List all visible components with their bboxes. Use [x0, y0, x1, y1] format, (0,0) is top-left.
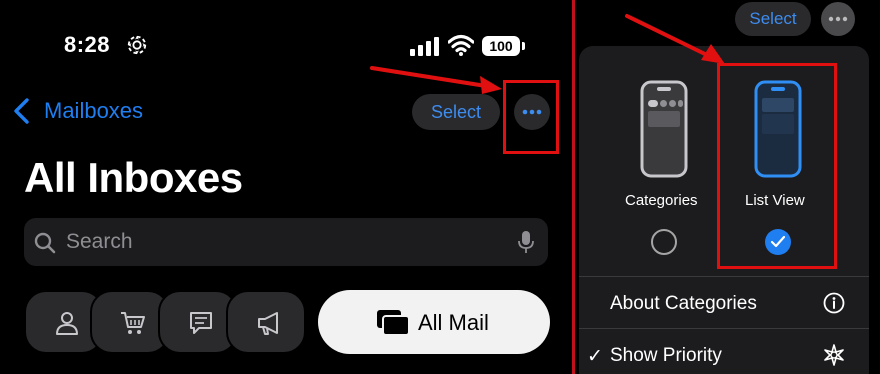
red-arrow-annotation — [370, 66, 502, 94]
microphone-icon[interactable] — [518, 230, 534, 254]
search-input[interactable] — [66, 218, 486, 266]
megaphone-icon — [258, 312, 278, 335]
cellular-signal-icon — [410, 37, 439, 56]
search-icon — [34, 232, 56, 254]
select-button[interactable]: Select — [412, 94, 500, 130]
select-button[interactable]: Select — [735, 2, 811, 36]
page-title: All Inboxes — [24, 154, 243, 201]
show-priority-label: Show Priority — [610, 345, 722, 366]
menu-separator — [579, 328, 869, 329]
highlight-box-list-view — [717, 63, 837, 269]
stacked-mail-icon — [377, 310, 410, 336]
view-option-categories-label: Categories — [625, 192, 698, 209]
menu-separator — [579, 276, 869, 277]
categories-radio[interactable] — [651, 229, 677, 255]
all-mail-button[interactable]: All Mail — [318, 290, 550, 354]
status-time: 8:28 — [64, 32, 111, 57]
ellipsis-icon — [828, 16, 848, 22]
phone-categories-icon — [640, 80, 688, 178]
highlight-box-more-button — [503, 80, 559, 154]
show-priority-check-icon: ✓ — [587, 346, 603, 367]
chevron-left-icon[interactable] — [12, 98, 32, 124]
more-options-button[interactable] — [821, 2, 855, 36]
all-mail-label: All Mail — [418, 310, 489, 335]
view-menu-screen-right: Select Categories List View About Catego… — [575, 0, 880, 374]
info-icon — [823, 292, 845, 314]
wifi-icon — [448, 34, 474, 56]
battery-indicator: 100 — [482, 36, 520, 56]
about-categories-label: About Categories — [610, 293, 757, 314]
search-bar[interactable] — [24, 218, 548, 266]
sparkle-icon — [824, 344, 844, 366]
message-bubble-icon — [190, 312, 212, 334]
person-icon — [56, 312, 78, 335]
battery-nub — [522, 42, 525, 50]
back-to-mailboxes-link[interactable]: Mailboxes — [44, 98, 143, 124]
cart-icon — [121, 312, 145, 334]
mail-screen-left: 8:28 100 Mailboxes Select All Inboxes Se… — [0, 0, 572, 374]
category-promotions-button[interactable] — [226, 290, 306, 354]
focus-icon — [127, 35, 147, 55]
